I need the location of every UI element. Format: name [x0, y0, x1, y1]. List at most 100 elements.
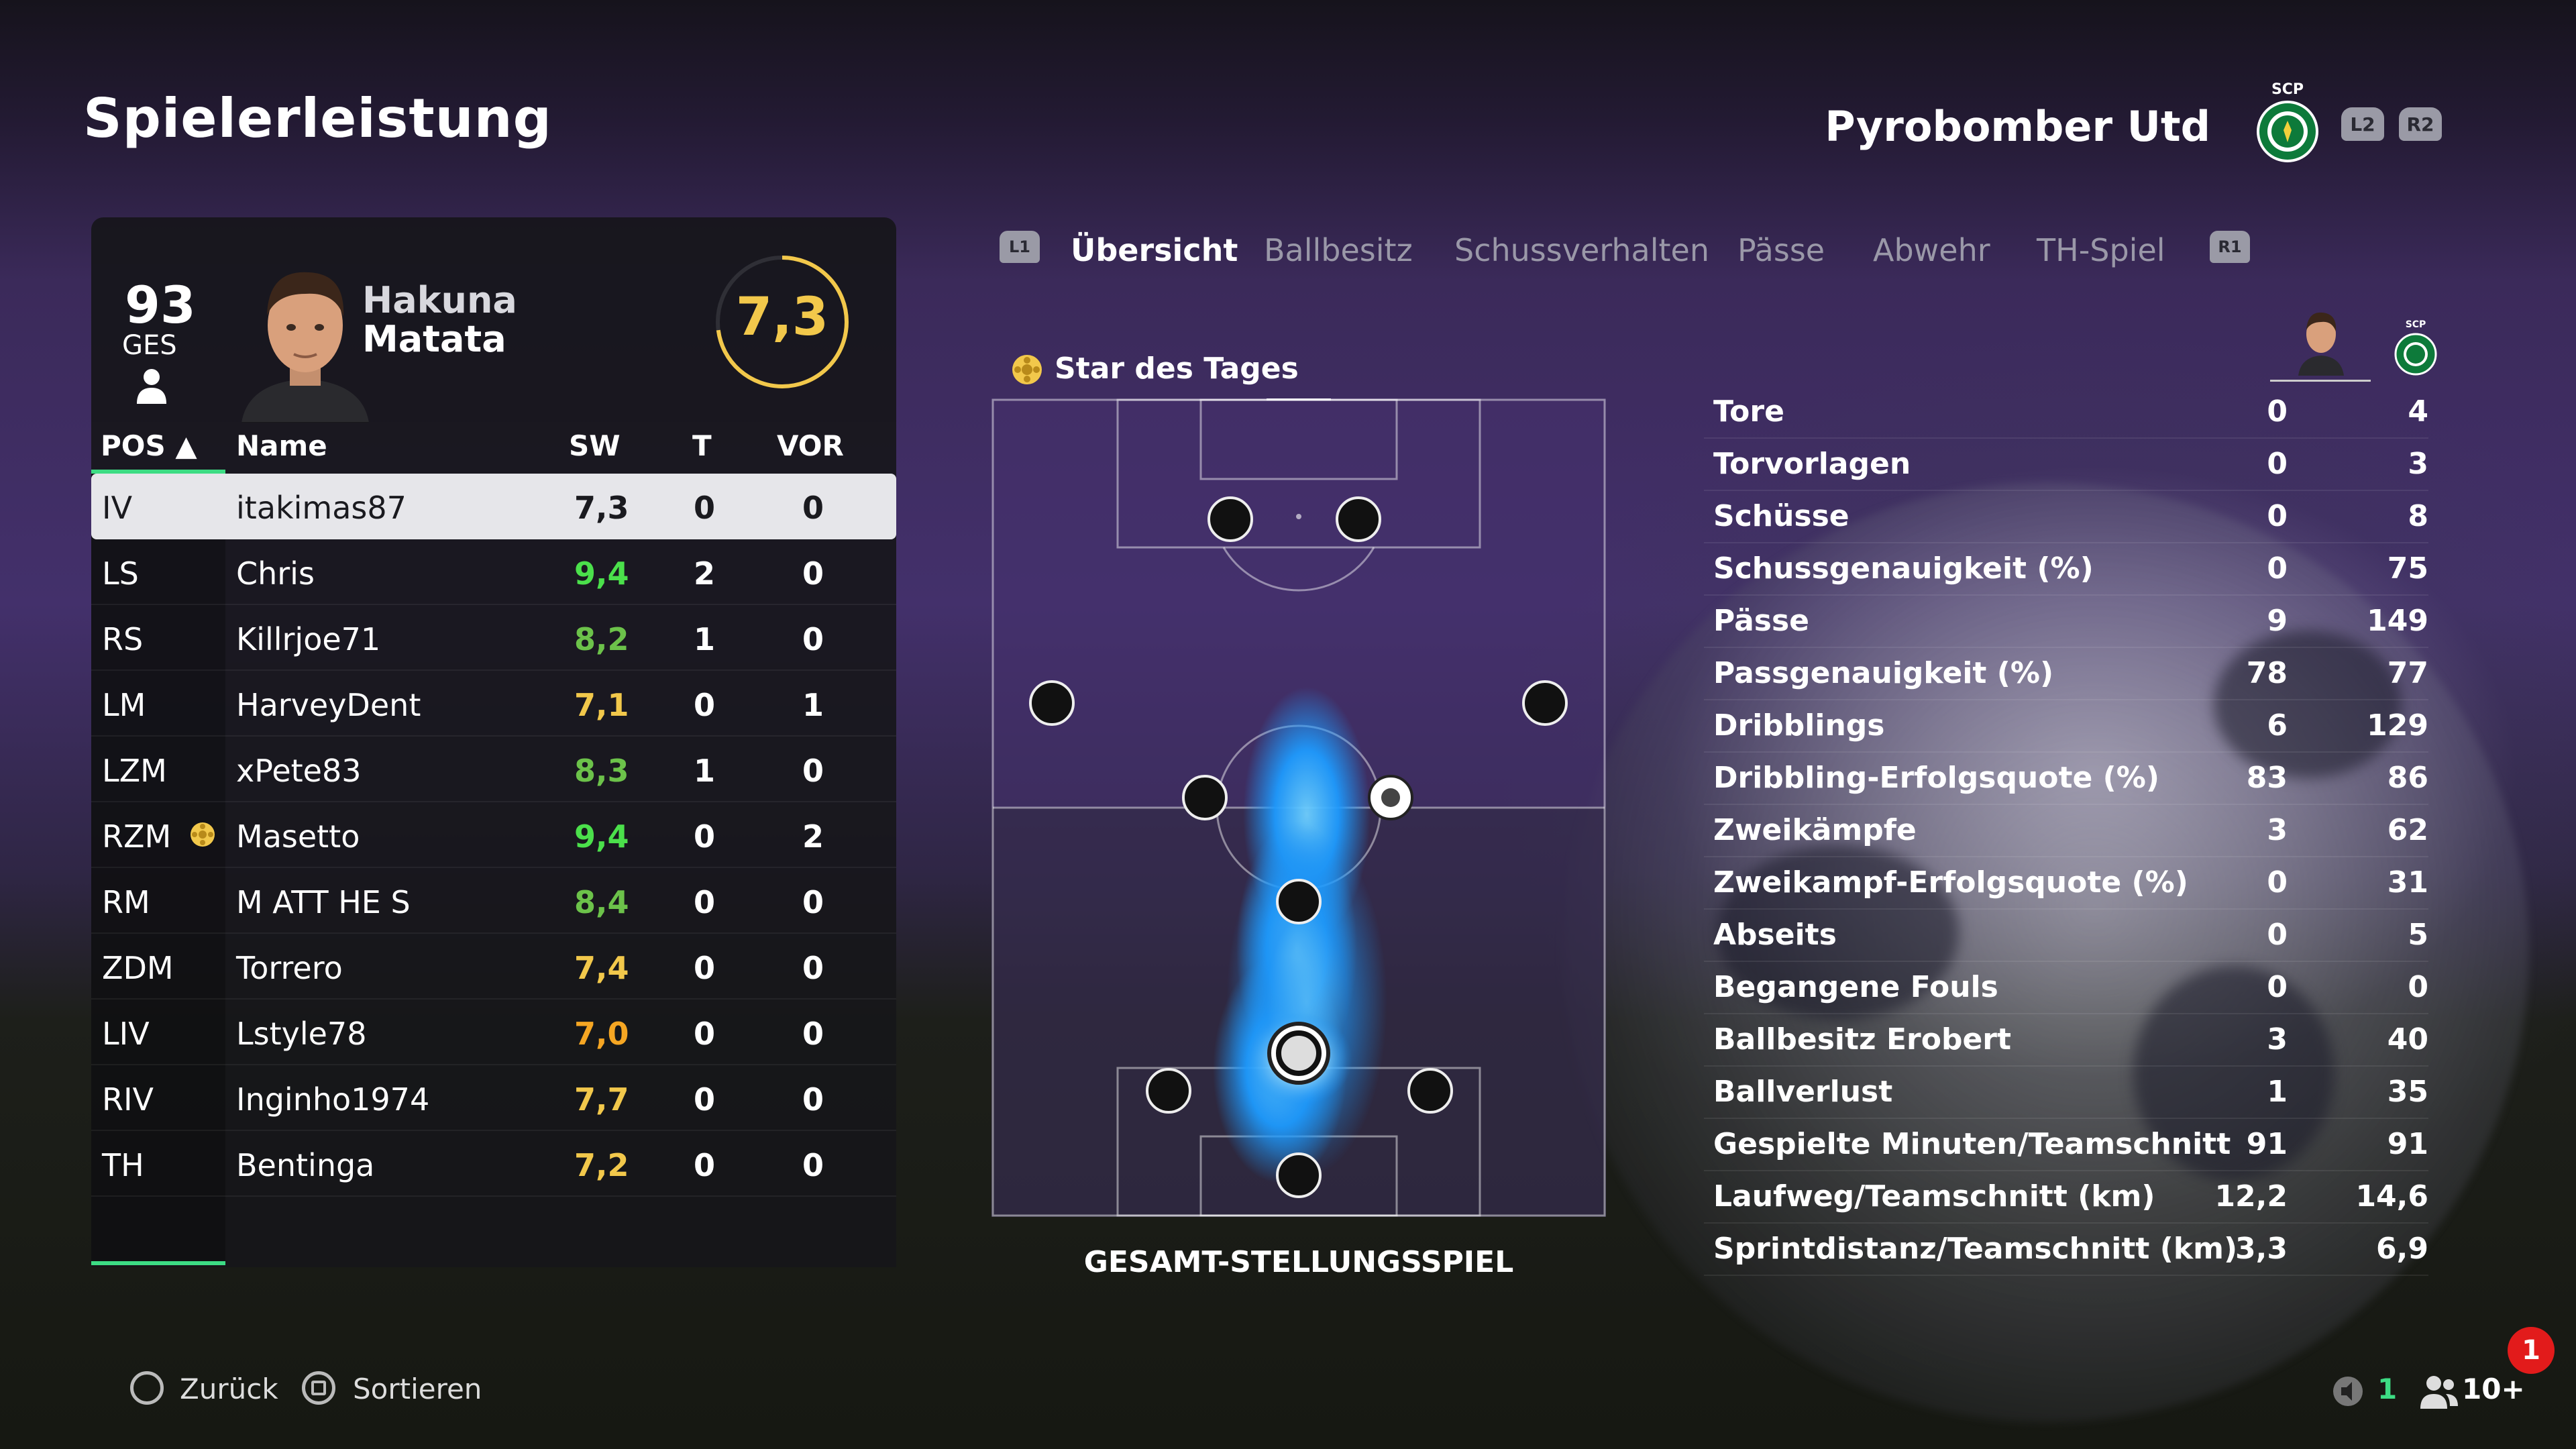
party-icon[interactable] [2419, 1374, 2459, 1409]
row-t: 0 [694, 1016, 716, 1052]
table-row[interactable]: RS Killrjoe71 8,2 1 0 [91, 605, 896, 671]
voice-muted-icon[interactable] [2332, 1375, 2364, 1407]
circle-button-icon[interactable] [130, 1371, 164, 1405]
tab-uebersicht[interactable]: Übersicht [1071, 232, 1238, 268]
table-row[interactable]: LZM xPete83 8,3 1 0 [91, 737, 896, 802]
pitch-caption: GESAMT-STELLUNGSSPIEL [1083, 1245, 1514, 1279]
tab-schussverhalten[interactable]: Schussverhalten [1454, 232, 1709, 268]
stat-row: Gespielte Minuten/Teamschnitt 91 91 [1704, 1118, 2428, 1171]
back-label[interactable]: Zurück [180, 1373, 278, 1405]
row-t: 0 [694, 1147, 716, 1183]
header-pos[interactable]: POS ▲ [101, 429, 197, 462]
row-vor: 0 [802, 1147, 824, 1183]
stat-team-value: 6,9 [2376, 1232, 2428, 1266]
table-row[interactable]: RM M ATT HE S 8,4 0 0 [91, 868, 896, 934]
stat-row: Torvorlagen 0 3 [1704, 437, 2428, 491]
row-sw: 8,4 [574, 884, 629, 920]
row-sw: 7,2 [574, 1147, 629, 1183]
r1-button[interactable]: R1 [2210, 231, 2250, 263]
stat-label: Sprintdistanz/Teamschnitt (km) [1713, 1232, 2238, 1266]
row-sw: 7,4 [574, 950, 629, 986]
stat-team-value: 129 [2367, 708, 2428, 743]
stat-team-value: 3 [2408, 447, 2428, 481]
stat-row: Tore 0 4 [1704, 385, 2428, 439]
row-vor: 2 [802, 818, 824, 855]
row-sw: 9,4 [574, 555, 629, 592]
stat-row: Schussgenauigkeit (%) 0 75 [1704, 542, 2428, 596]
stat-row: Ballverlust 1 35 [1704, 1065, 2428, 1119]
stat-team-value: 8 [2408, 499, 2428, 533]
row-pos: RM [102, 884, 150, 920]
stat-player-value: 0 [2267, 499, 2288, 533]
table-row[interactable]: RIV Inginho1974 7,7 0 0 [91, 1065, 896, 1131]
stat-label: Torvorlagen [1713, 447, 1911, 481]
row-vor: 0 [802, 1016, 824, 1052]
table-row[interactable]: RZM Masetto 9,4 0 2 [91, 802, 896, 868]
crest-text: SCP [2271, 81, 2304, 98]
header-vor[interactable]: VOR [777, 429, 844, 462]
row-vor: 0 [802, 884, 824, 920]
stat-team-value: 149 [2367, 604, 2428, 638]
header-name[interactable]: Name [236, 429, 327, 462]
tab-abwehr[interactable]: Abwehr [1873, 232, 1990, 268]
stat-label: Schussgenauigkeit (%) [1713, 551, 2094, 586]
row-vor: 0 [802, 950, 824, 986]
tab-th-spiel[interactable]: TH-Spiel [2037, 232, 2165, 268]
tab-ballbesitz[interactable]: Ballbesitz [1264, 232, 1413, 268]
stat-label: Dribblings [1713, 708, 1885, 743]
sort-label[interactable]: Sortieren [353, 1373, 482, 1405]
stat-team-value: 0 [2408, 970, 2428, 1004]
stat-player-value: 6 [2267, 708, 2288, 743]
stat-label: Zweikämpfe [1713, 813, 1917, 847]
table-row[interactable]: LS Chris 9,4 2 0 [91, 539, 896, 605]
table-row[interactable]: ZDM Torrero 7,4 0 0 [91, 934, 896, 1000]
row-sw: 7,7 [574, 1081, 629, 1118]
stat-label: Passgenauigkeit (%) [1713, 656, 2054, 690]
header-sw[interactable]: SW [569, 429, 621, 462]
stat-label: Ballverlust [1713, 1075, 1893, 1109]
stat-team-value: 86 [2387, 761, 2428, 795]
table-footer-line [91, 1261, 225, 1265]
row-pos: RZM [102, 818, 172, 855]
table-row[interactable]: LM HarveyDent 7,1 0 1 [91, 671, 896, 737]
row-vor: 0 [802, 753, 824, 789]
row-pos: LZM [102, 753, 167, 789]
table-row[interactable]: IV itakimas87 7,3 0 0 [91, 474, 896, 539]
team-name: Pyrobomber Utd [1825, 102, 2210, 151]
stat-team-value: 62 [2387, 813, 2428, 847]
stat-label: Tore [1713, 394, 1784, 429]
table-row[interactable]: TH Bentinga 7,2 0 0 [91, 1131, 896, 1197]
stat-label: Ballbesitz Erobert [1713, 1022, 2012, 1057]
row-t: 1 [694, 753, 716, 789]
page-title: Spielerleistung [83, 87, 552, 150]
stat-team-value: 5 [2408, 918, 2428, 952]
stat-team-value: 4 [2408, 394, 2428, 429]
club-crest-icon: SCP [2257, 81, 2318, 162]
row-name: Torrero [236, 950, 343, 986]
overall-rating: 93 [125, 275, 196, 335]
row-t: 2 [694, 555, 716, 592]
club-crest-small-icon: SCP [2394, 319, 2437, 376]
stat-player-value: 12,2 [2214, 1179, 2288, 1214]
square-button-icon[interactable] [302, 1371, 335, 1405]
stat-row: Zweikämpfe 3 62 [1704, 804, 2428, 857]
header-t[interactable]: T [692, 429, 712, 462]
table-row[interactable]: LIV Lstyle78 7,0 0 0 [91, 1000, 896, 1065]
stat-label: Schüsse [1713, 499, 1849, 533]
r2-button[interactable]: R2 [2399, 107, 2442, 141]
stat-player-value: 0 [2267, 394, 2288, 429]
row-t: 0 [694, 1081, 716, 1118]
l1-button[interactable]: L1 [1000, 231, 1040, 263]
stat-row: Laufweg/Teamschnitt (km) 12,2 14,6 [1704, 1170, 2428, 1224]
row-sw: 7,0 [574, 1016, 629, 1052]
row-t: 1 [694, 621, 716, 657]
stat-team-value: 77 [2387, 656, 2428, 690]
l2-button[interactable]: L2 [2341, 107, 2384, 141]
row-name: Chris [236, 555, 315, 592]
notification-badge[interactable]: 1 [2508, 1327, 2555, 1374]
crest-small-text: SCP [2406, 319, 2426, 330]
stat-team-value: 14,6 [2355, 1179, 2428, 1214]
person-icon [137, 369, 166, 404]
stat-player-value: 78 [2246, 656, 2288, 690]
tab-paesse[interactable]: Pässe [1737, 232, 1825, 268]
